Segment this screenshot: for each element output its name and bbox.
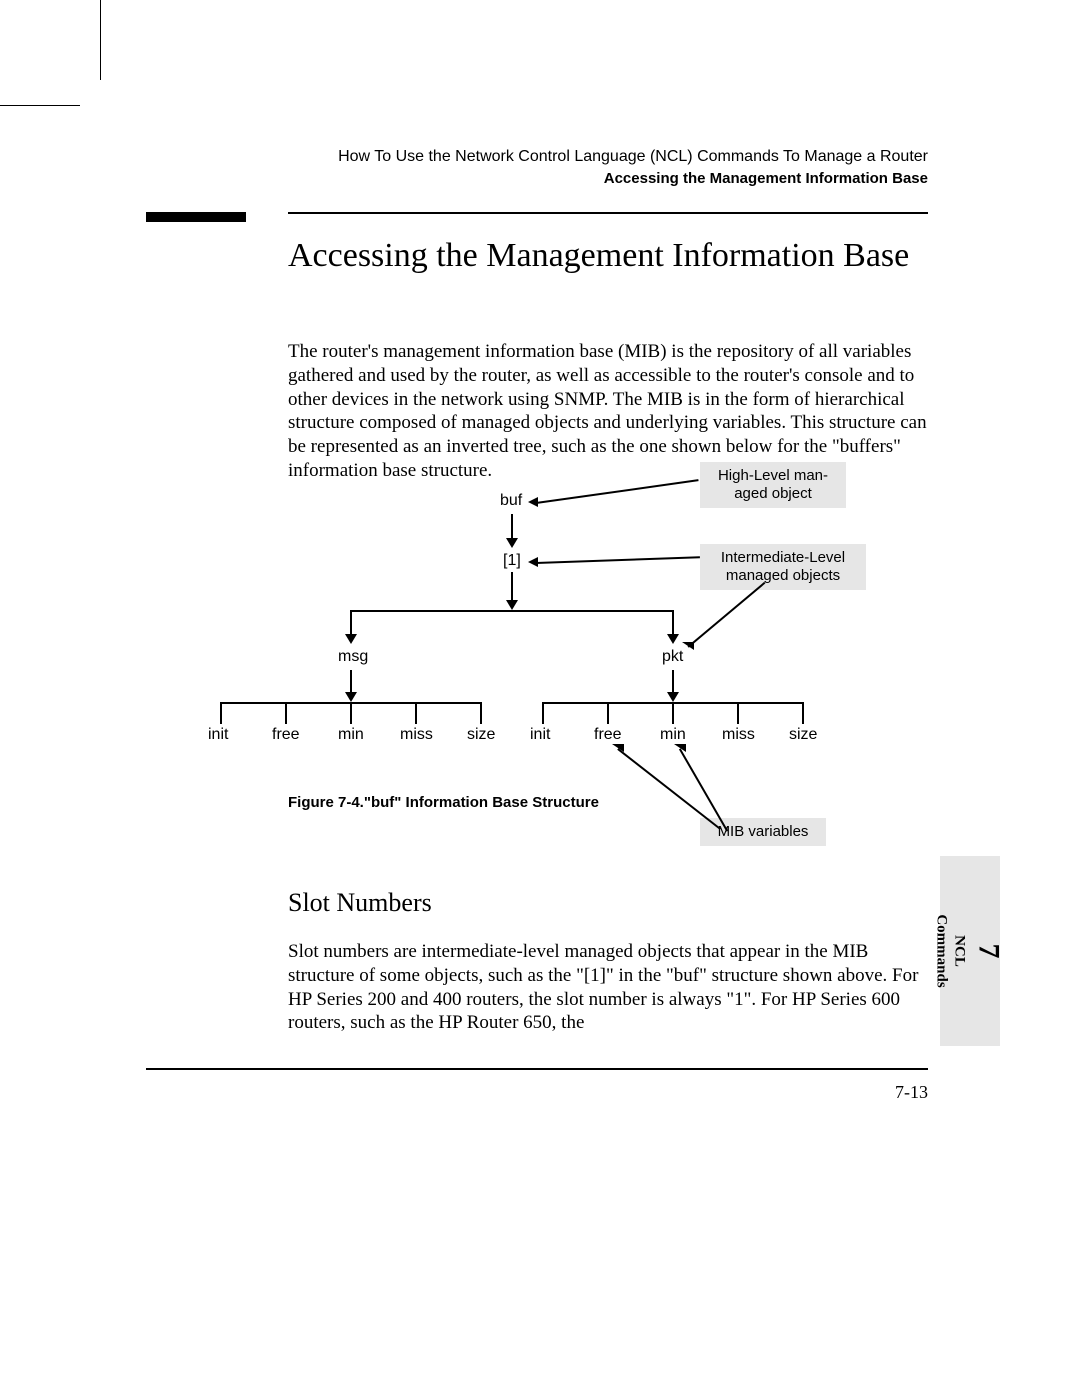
edge <box>672 610 674 636</box>
rule-bottom <box>146 1068 928 1070</box>
edge <box>672 702 674 724</box>
arrowhead-icon <box>345 692 357 702</box>
edge <box>350 610 674 612</box>
leaf-free-l: free <box>272 726 300 744</box>
callout-line <box>688 582 766 647</box>
annotation-mib-vars-text: MIB variables <box>718 823 809 840</box>
edge <box>415 702 417 724</box>
leaf-miss-r: miss <box>722 726 755 744</box>
arrowhead-icon <box>682 642 694 650</box>
node-msg: msg <box>338 648 368 666</box>
leaf-size-l: size <box>467 726 495 744</box>
running-header: How To Use the Network Control Language … <box>338 148 928 187</box>
header-section: Accessing the Management Information Bas… <box>338 170 928 187</box>
edge <box>220 702 222 724</box>
crop-mark-v <box>100 0 101 80</box>
leaf-miss-l: miss <box>400 726 433 744</box>
arrowhead-icon <box>612 744 624 752</box>
edge <box>802 702 804 724</box>
arrowhead-icon <box>667 634 679 644</box>
arrowhead-icon <box>674 744 686 752</box>
node-buf: buf <box>500 492 522 510</box>
annotation-high-level-text: High-Level man-aged object <box>718 467 828 502</box>
leaf-init-l: init <box>208 726 228 744</box>
edge <box>511 572 513 602</box>
page: How To Use the Network Control Language … <box>0 0 1080 1397</box>
crop-mark-h <box>0 105 80 106</box>
edge <box>607 702 609 724</box>
arrowhead-icon <box>528 497 538 507</box>
arrowhead-icon <box>506 600 518 610</box>
edge <box>350 702 352 724</box>
leaf-size-r: size <box>789 726 817 744</box>
annotation-high-level: High-Level man-aged object <box>700 462 846 508</box>
section-marker-bar <box>146 212 246 222</box>
page-heading: Accessing the Management Information Bas… <box>288 236 928 276</box>
subheading-slot-numbers: Slot Numbers <box>288 888 432 918</box>
edge <box>737 702 739 724</box>
annotation-mib-vars: MIB variables <box>700 818 826 846</box>
header-chapter: How To Use the Network Control Language … <box>338 148 928 166</box>
arrowhead-icon <box>506 538 518 548</box>
leaf-min-l: min <box>338 726 364 744</box>
rule-top <box>288 212 928 214</box>
node-pkt: pkt <box>662 648 683 666</box>
figure-caption: Figure 7-4."buf" Information Base Struct… <box>288 794 599 811</box>
edge <box>350 670 352 694</box>
chapter-label-1: NCL <box>951 914 969 987</box>
chapter-tab: 7 NCL Commands <box>940 856 1000 1046</box>
edge <box>542 702 544 724</box>
arrowhead-icon <box>667 692 679 702</box>
arrowhead-icon <box>528 557 538 567</box>
edge <box>672 670 674 694</box>
callout-line <box>536 556 700 563</box>
callout-line <box>536 479 699 503</box>
edge <box>350 610 352 636</box>
edge <box>480 702 482 724</box>
node-slot: [1] <box>503 552 521 570</box>
chapter-tab-content: 7 NCL Commands <box>933 914 1007 987</box>
chapter-number: 7 <box>971 914 1007 987</box>
slot-numbers-paragraph: Slot numbers are intermediate-level mana… <box>288 940 928 1035</box>
annotation-intermediate: Intermediate-Levelmanaged objects <box>700 544 866 590</box>
leaf-free-r: free <box>594 726 622 744</box>
leaf-min-r: min <box>660 726 686 744</box>
edge <box>511 514 513 540</box>
callout-line <box>618 748 721 829</box>
page-number: 7-13 <box>895 1082 928 1103</box>
leaf-init-r: init <box>530 726 550 744</box>
edge <box>285 702 287 724</box>
annotation-intermediate-text: Intermediate-Levelmanaged objects <box>721 549 845 584</box>
chapter-label-2: Commands <box>933 914 951 987</box>
arrowhead-icon <box>345 634 357 644</box>
